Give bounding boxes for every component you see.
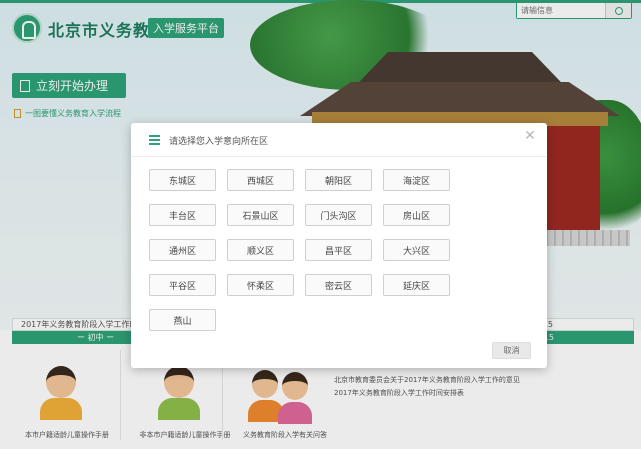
district-button[interactable]: 平谷区 [149, 274, 216, 296]
district-button[interactable]: 朝阳区 [305, 169, 372, 191]
district-button[interactable]: 门头沟区 [305, 204, 372, 226]
district-button[interactable]: 丰台区 [149, 204, 216, 226]
dialog-title: 请选择您入学意向所在区 [169, 137, 269, 147]
district-button[interactable]: 东城区 [149, 169, 216, 191]
district-button[interactable]: 石景山区 [227, 204, 294, 226]
district-button[interactable]: 延庆区 [383, 274, 450, 296]
district-grid: 东城区 西城区 朝阳区 海淀区丰台区 石景山区 门头沟区 房山区通州区 顺义区 昌平区 大兴区平谷… [149, 169, 529, 339]
district-button[interactable]: 燕山 [149, 309, 216, 331]
district-button[interactable]: 房山区 [383, 204, 450, 226]
district-button[interactable]: 通州区 [149, 239, 216, 261]
district-dialog: 请选择您入学意向所在区 ✕ 东城区 西城区 朝阳区 海淀区丰台区 石景山区 门头沟区 房山区… [131, 123, 547, 368]
dialog-header: 请选择您入学意向所在区 ✕ [131, 123, 547, 157]
district-button[interactable]: 密云区 [305, 274, 372, 296]
cancel-button[interactable]: 取消 [492, 342, 531, 359]
district-button[interactable]: 海淀区 [383, 169, 450, 191]
close-icon[interactable]: ✕ [523, 129, 537, 143]
district-button[interactable]: 大兴区 [383, 239, 450, 261]
district-button[interactable]: 昌平区 [305, 239, 372, 261]
list-icon [149, 135, 160, 145]
district-button[interactable]: 顺义区 [227, 239, 294, 261]
district-button[interactable]: 怀柔区 [227, 274, 294, 296]
district-button[interactable]: 西城区 [227, 169, 294, 191]
